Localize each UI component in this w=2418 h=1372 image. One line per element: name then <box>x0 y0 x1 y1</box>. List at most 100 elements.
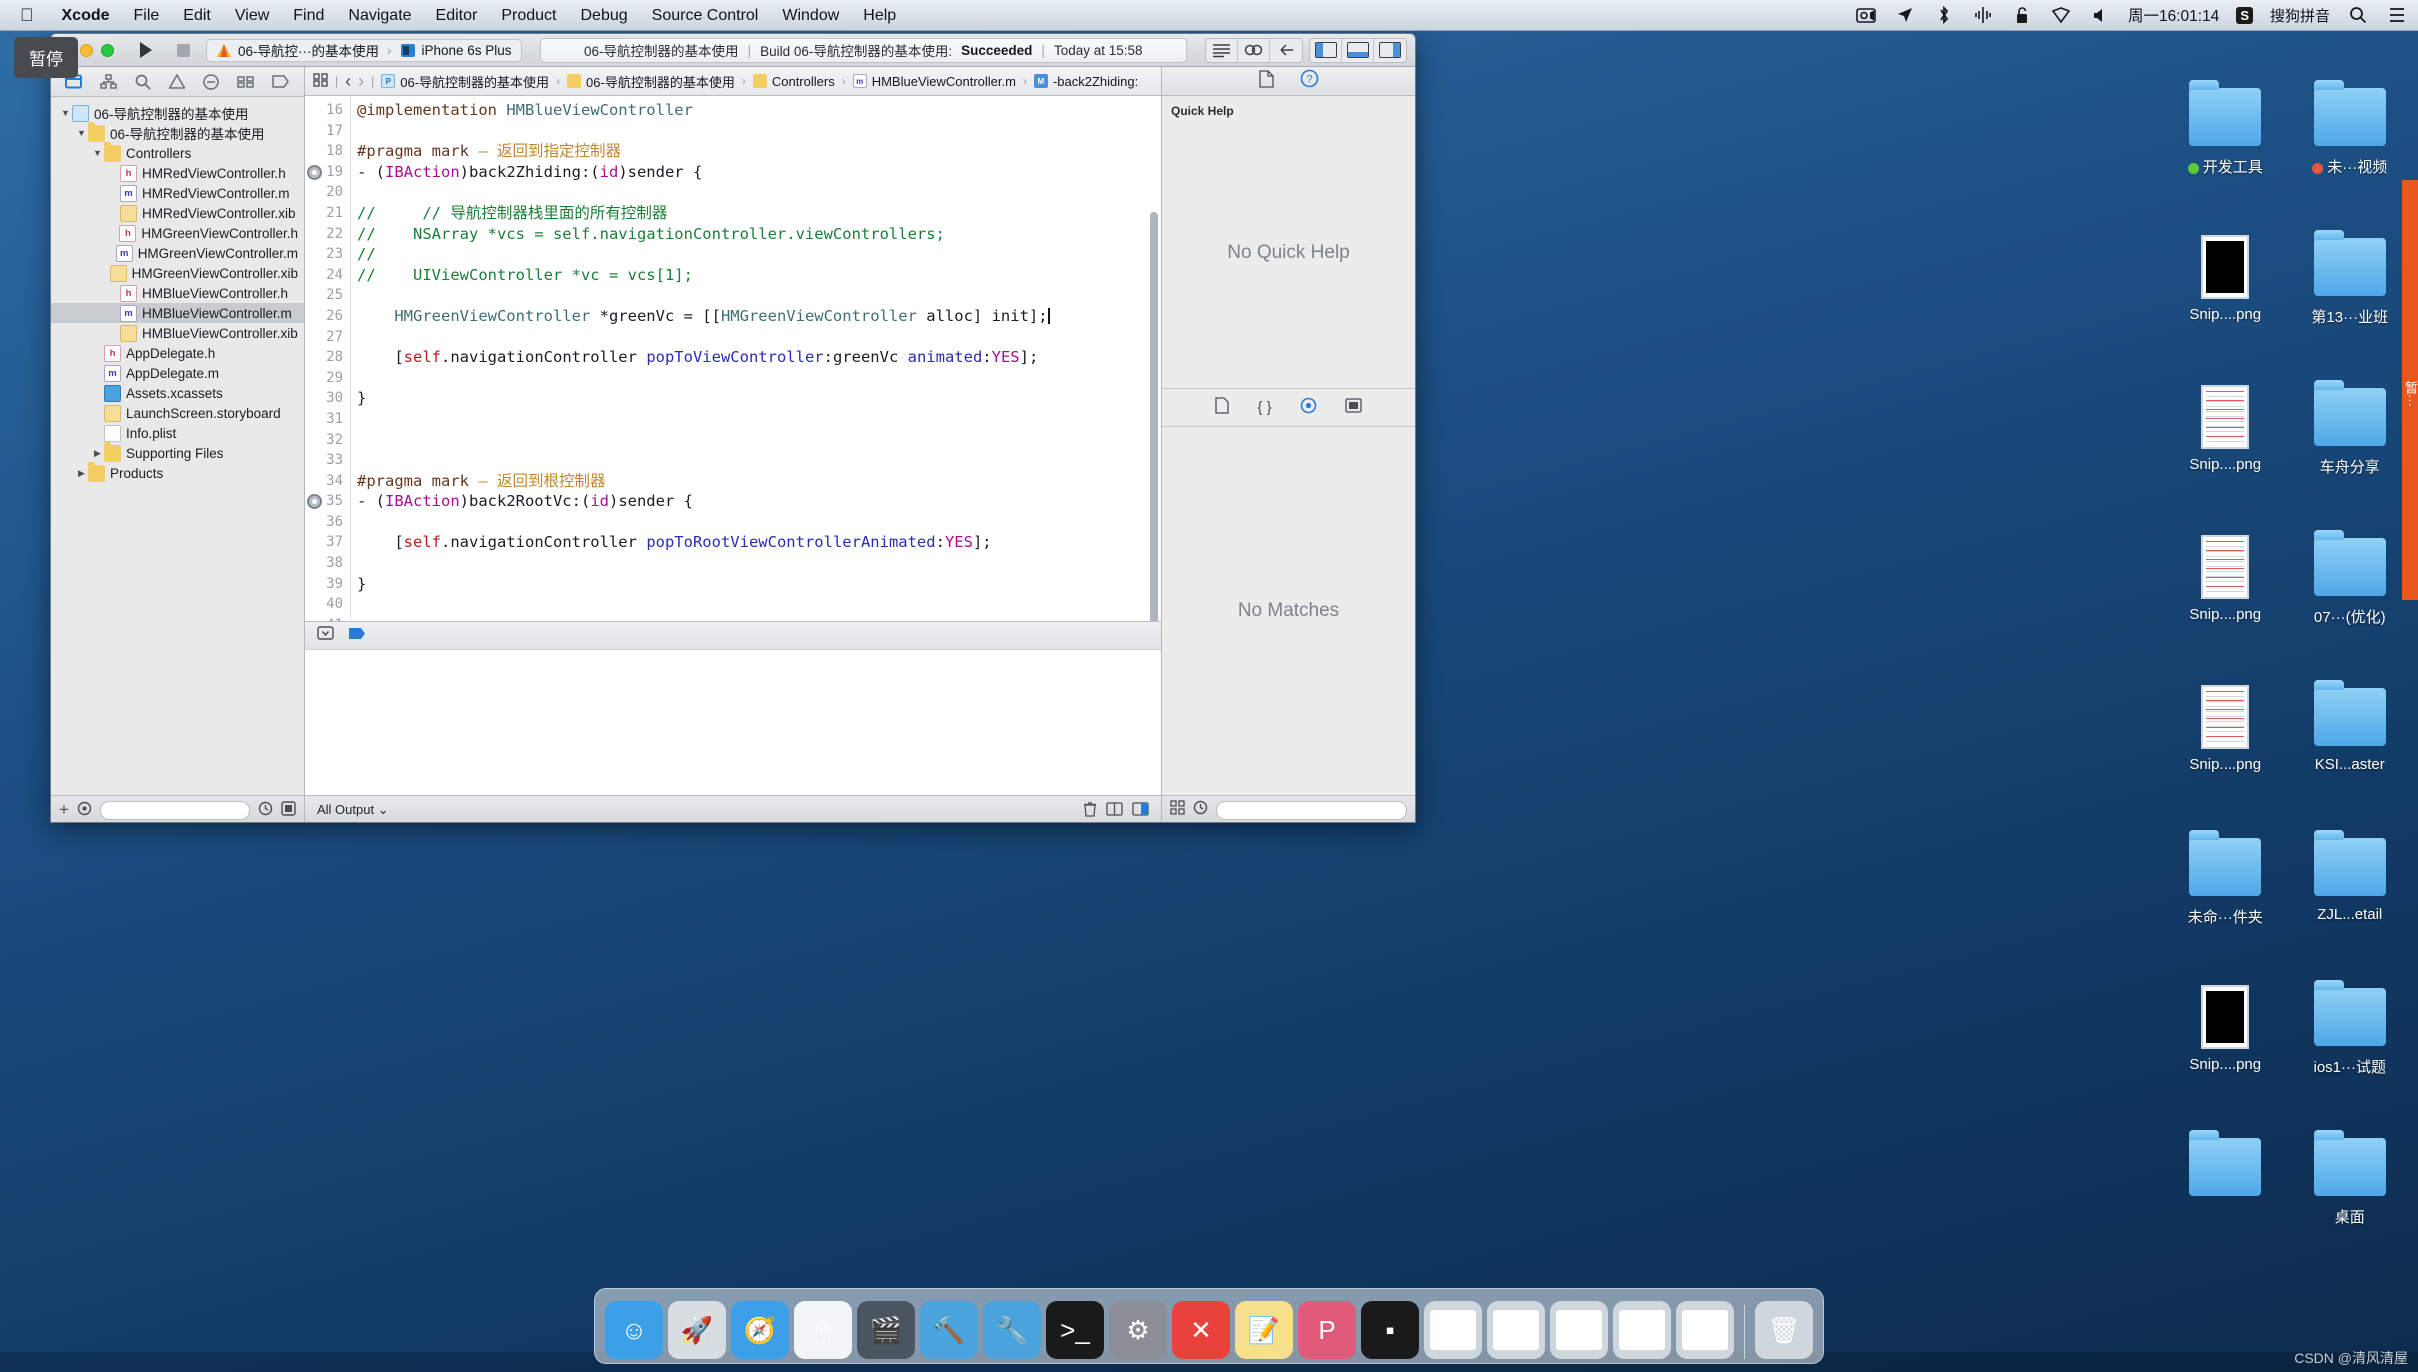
apple-menu-icon[interactable]:  <box>0 0 50 31</box>
line-number[interactable]: 35 <box>305 491 350 512</box>
disclosure-triangle-icon[interactable]: ▶ <box>91 448 104 459</box>
desktop-icon[interactable]: 未命···件夹 <box>2165 828 2286 976</box>
line-number[interactable]: 24 <box>305 265 350 286</box>
breakpoint-marker[interactable] <box>307 494 322 510</box>
line-number[interactable]: 34 <box>305 471 350 492</box>
test-navigator-icon[interactable] <box>203 72 219 92</box>
clear-console-icon[interactable] <box>1083 801 1097 820</box>
source-control-filter-icon[interactable] <box>281 801 296 819</box>
navigator-toggle-icon[interactable] <box>1310 38 1342 62</box>
dock-item-mouse-app[interactable]: 🖱 <box>794 1301 852 1359</box>
menu-bar-clock[interactable]: 周一16:01:14 <box>2128 4 2219 26</box>
console-split-icon[interactable] <box>1106 801 1123 819</box>
tree-row[interactable]: h HMGreenViewController.h <box>51 223 304 243</box>
tree-row[interactable]: m AppDelegate.m <box>51 363 304 383</box>
source-control-icon[interactable] <box>77 801 92 819</box>
tree-row[interactable]: LaunchScreen.storyboard <box>51 403 304 423</box>
bluetooth-icon[interactable] <box>1933 4 1955 26</box>
line-number-gutter[interactable]: 16 17 18 19 20 21 22 23 24 25 26 27 28 29 30 31 32 33 34 35… <box>305 96 351 621</box>
tree-row[interactable]: ▼ 06-导航控制器的基本使用 <box>51 121 304 143</box>
dock-item-finder[interactable]: ☺ <box>605 1301 663 1359</box>
tree-row[interactable]: HMBlueViewController.xib <box>51 323 304 343</box>
desktop-icon[interactable]: 未···视频 <box>2290 78 2411 226</box>
dock-item-dark-app[interactable]: ▪ <box>1361 1301 1419 1359</box>
tree-row[interactable]: h AppDelegate.h <box>51 343 304 363</box>
menu-item-debug[interactable]: Debug <box>568 0 639 31</box>
list-icon[interactable] <box>2386 4 2408 26</box>
line-number[interactable]: 25 <box>305 285 350 306</box>
soundflower-icon[interactable] <box>1972 4 1994 26</box>
version-editor-icon[interactable] <box>1270 39 1302 62</box>
desktop-icon[interactable]: 桌面 <box>2290 1128 2411 1276</box>
line-number[interactable]: 18 <box>305 141 350 162</box>
line-number[interactable]: 31 <box>305 409 350 430</box>
editor-scrollbar[interactable] <box>1150 212 1158 621</box>
line-number[interactable]: 36 <box>305 512 350 533</box>
menu-item-help[interactable]: Help <box>851 0 908 31</box>
desktop-icon[interactable]: Snip....png <box>2165 978 2286 1126</box>
tree-row[interactable]: m HMGreenViewController.m <box>51 243 304 263</box>
minimize-button[interactable] <box>80 43 93 57</box>
desktop-icon[interactable]: Snip....png <box>2165 378 2286 526</box>
dock-item-video-player[interactable]: 🎬 <box>857 1301 915 1359</box>
desktop-icon[interactable]: 第13···业班 <box>2290 228 2411 376</box>
file-template-library-icon[interactable] <box>1215 396 1230 419</box>
find-navigator-icon[interactable] <box>135 72 151 92</box>
dock-item-keynote-p[interactable]: P <box>1298 1301 1356 1359</box>
line-number[interactable]: 21 <box>305 203 350 224</box>
dock-item-trash[interactable]: 🗑 <box>1755 1301 1813 1359</box>
utilities-toggle-icon[interactable] <box>1374 39 1406 62</box>
desktop-icon[interactable]: Snip....png <box>2165 228 2286 376</box>
line-number[interactable]: 37 <box>305 532 350 553</box>
line-number[interactable]: 38 <box>305 553 350 574</box>
dock-item-notes[interactable]: 📝 <box>1235 1301 1293 1359</box>
search-icon[interactable] <box>2347 4 2369 26</box>
project-file-tree[interactable]: ▼ 06-导航控制器的基本使用 ▼ 06-导航控制器的基本使用 ▼ Controllers… <box>51 97 304 795</box>
menu-item-edit[interactable]: Edit <box>171 0 223 31</box>
dock-item-system-preferences[interactable]: ⚙ <box>1109 1301 1167 1359</box>
stop-button[interactable] <box>168 39 198 62</box>
dock-item-safari[interactable]: 🧭 <box>731 1301 789 1359</box>
menu-item-xcode[interactable]: Xcode <box>50 0 122 31</box>
disclosure-triangle-icon[interactable]: ▼ <box>91 148 104 158</box>
add-file-button[interactable]: + <box>59 800 69 820</box>
dock-item-xcode-2[interactable]: 🔧 <box>983 1301 1041 1359</box>
desktop-icon[interactable]: Snip....png <box>2165 678 2286 826</box>
symbol-navigator-icon[interactable] <box>100 72 117 92</box>
line-number[interactable]: 23 <box>305 244 350 265</box>
dock-item-xcode-1[interactable]: 🔨 <box>920 1301 978 1359</box>
file-inspector-icon[interactable] <box>1258 69 1274 93</box>
desktop-icon[interactable]: Snip....png <box>2165 528 2286 676</box>
console-scope-selector[interactable]: All Output ⌄ <box>317 802 389 818</box>
desktop-icon[interactable]: 开发工具 <box>2165 78 2286 226</box>
issue-navigator-icon[interactable] <box>169 72 185 92</box>
tree-row[interactable]: h HMBlueViewController.h <box>51 283 304 303</box>
source-code-text[interactable]: @implementation HMBlueViewController #pr… <box>351 96 1161 621</box>
continue-icon[interactable] <box>348 627 366 645</box>
breadcrumb-project[interactable]: P 06-导航控制器的基本使用 <box>381 72 549 91</box>
tree-row[interactable]: Info.plist <box>51 423 304 443</box>
line-number[interactable]: 28 <box>305 347 350 368</box>
media-library-icon[interactable] <box>1344 397 1362 418</box>
scheme-selector[interactable]: 06-导航控···的基本使用 › iPhone 6s Plus <box>206 38 522 62</box>
line-number[interactable]: 16 <box>305 100 350 121</box>
input-method-label[interactable]: 搜狗拼音 <box>2270 5 2330 26</box>
tree-row[interactable]: m HMRedViewController.m <box>51 183 304 203</box>
hide-console-icon[interactable] <box>317 626 334 645</box>
line-number[interactable]: 19 <box>305 162 350 183</box>
line-number[interactable]: 17 <box>305 121 350 142</box>
location-icon[interactable] <box>1894 4 1916 26</box>
console-focus-icon[interactable] <box>1132 801 1149 819</box>
tree-row[interactable]: ▼ Controllers <box>51 141 304 163</box>
assistant-editor-icon[interactable] <box>1238 38 1270 62</box>
dock-item-terminal[interactable]: >_ <box>1046 1301 1104 1359</box>
menu-item-navigate[interactable]: Navigate <box>336 0 423 31</box>
tree-row[interactable]: ▶ Products <box>51 461 304 483</box>
input-method-badge[interactable]: S <box>2236 6 2253 24</box>
tree-row[interactable]: HMGreenViewController.xib <box>51 263 304 283</box>
desktop-icon[interactable]: 车舟分享 <box>2290 378 2411 526</box>
line-number[interactable]: 26 <box>305 306 350 327</box>
desktop-icon[interactable]: 07···(优化) <box>2290 528 2411 676</box>
disclosure-triangle-icon[interactable]: ▶ <box>75 468 88 479</box>
tree-row[interactable]: Assets.xcassets <box>51 383 304 403</box>
